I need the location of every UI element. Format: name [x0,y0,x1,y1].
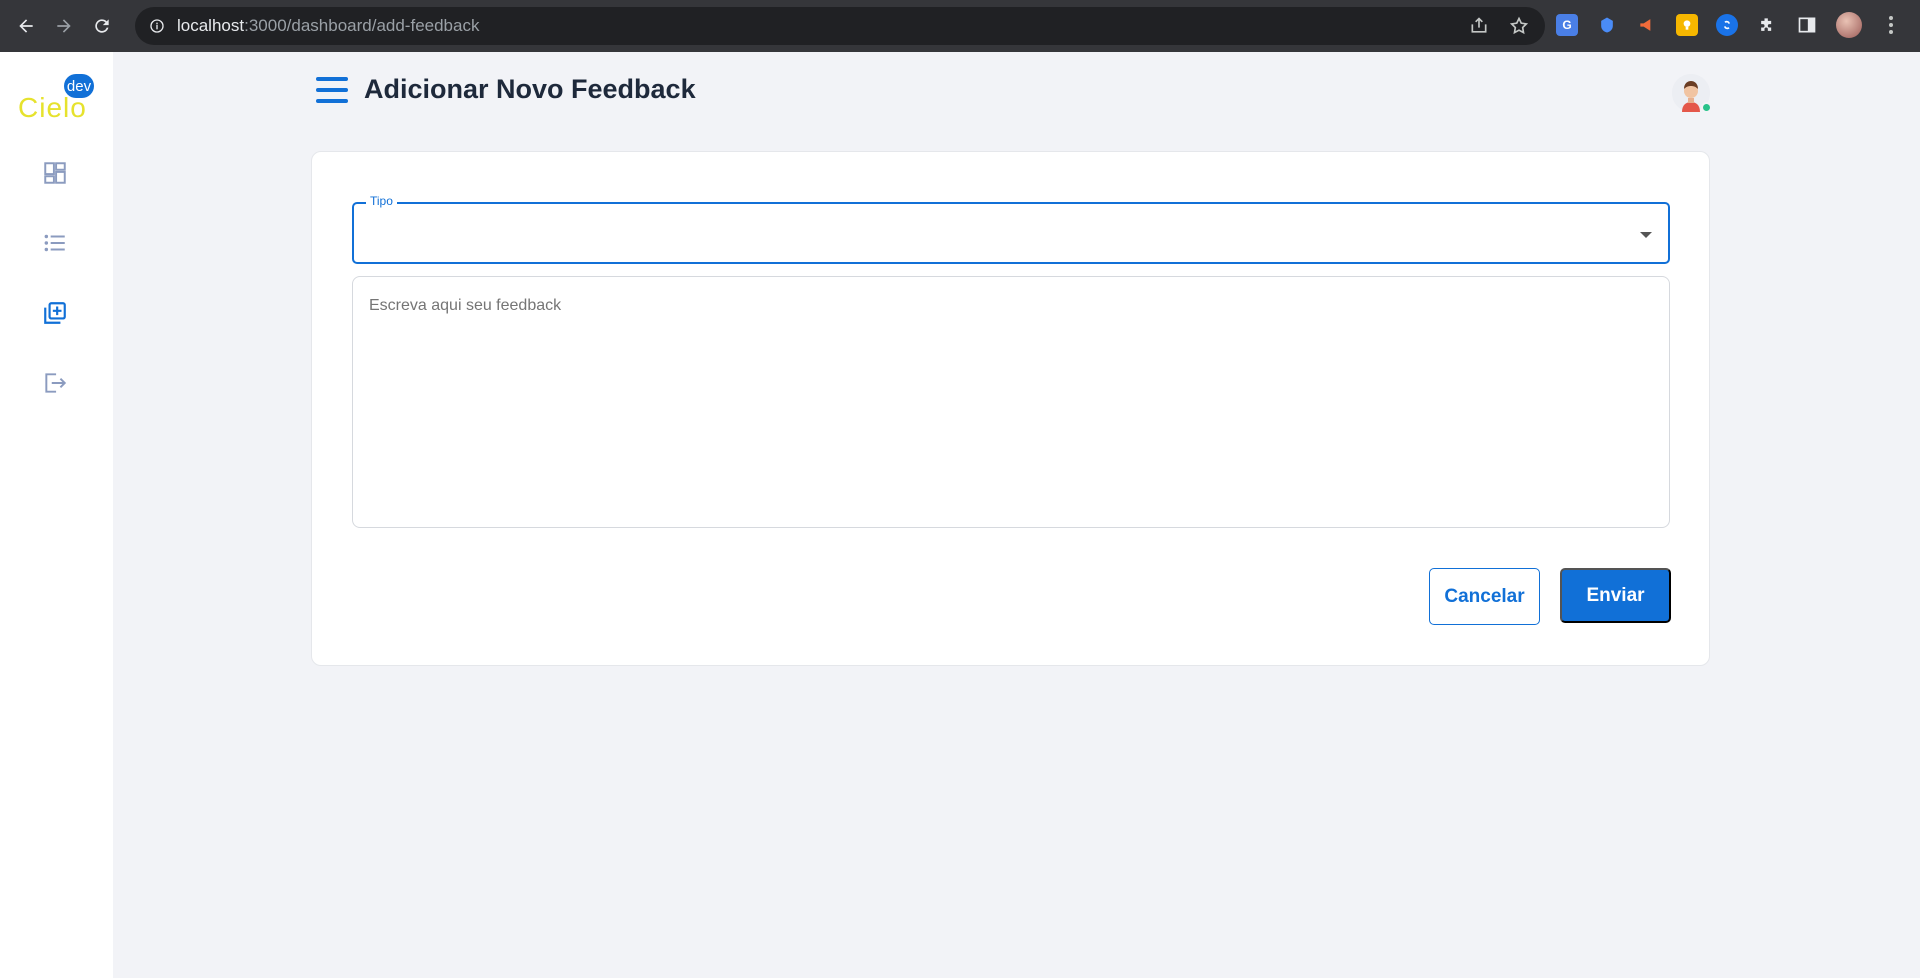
sidebar-item-list[interactable] [40,228,70,258]
arrow-left-icon [19,19,33,33]
sidebar-item-add-feedback[interactable] [40,298,70,328]
submit-button[interactable]: Enviar [1560,568,1671,623]
page-title: Adicionar Novo Feedback [364,74,696,104]
url-text[interactable]: localhost:3000/dashboard/add-feedback [177,16,479,36]
info-icon[interactable] [149,18,165,34]
feedback-form-card: Tipo Cancelar Enviar [311,151,1710,666]
user-avatar[interactable] [1672,74,1712,113]
url-path: :3000/dashboard/add-feedback [244,16,480,35]
reload-icon [95,19,109,33]
star-icon[interactable] [1509,16,1529,36]
profile-avatar[interactable] [1836,12,1862,38]
shazam-extension-icon[interactable] [1716,14,1738,36]
hamburger-menu-icon[interactable] [316,77,348,103]
puzzle-icon[interactable] [1756,14,1778,36]
list-icon [44,234,65,252]
online-status-indicator [1701,102,1712,113]
url-host: localhost [177,16,245,35]
caret-down-icon [1640,232,1652,238]
app-container: Cielo dev Adicionar Novo Feedback Tipo E… [0,52,1920,978]
extension-megaphone-icon[interactable] [1636,14,1658,36]
type-select[interactable]: Tipo [352,194,1670,264]
logo[interactable]: Cielo dev [18,74,98,124]
translate-extension-icon[interactable]: G [1556,14,1578,36]
sidebar-item-logout[interactable] [40,368,70,398]
forward-button[interactable] [46,8,82,44]
cancel-button[interactable]: Cancelar [1429,568,1540,625]
logo-badge: dev [64,74,94,98]
feedback-textarea[interactable] [352,276,1670,528]
address-bar[interactable]: localhost:3000/dashboard/add-feedback [135,7,1545,45]
add-library-icon [44,302,66,324]
type-select-label: Tipo [366,194,397,208]
browser-menu-icon[interactable] [1880,14,1902,36]
extension-shield-icon[interactable] [1596,14,1618,36]
logout-icon [45,373,67,393]
dashboard-icon [44,162,66,184]
sidebar: Cielo dev [0,52,113,978]
reload-button[interactable] [84,8,120,44]
arrow-right-icon [57,19,71,33]
sidebar-item-dashboard[interactable] [40,158,70,188]
back-button[interactable] [8,8,44,44]
browser-toolbar: localhost:3000/dashboard/add-feedback G [0,0,1920,52]
side-panel-icon[interactable] [1796,14,1818,36]
extension-bulb-icon[interactable] [1676,14,1698,36]
share-icon[interactable] [1469,16,1489,36]
